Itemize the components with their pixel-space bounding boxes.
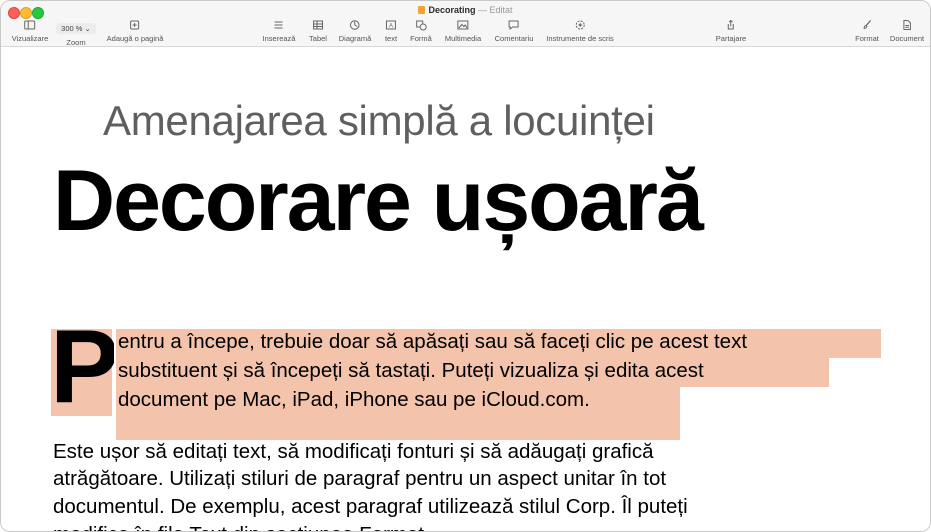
image-icon <box>445 18 481 32</box>
media-label: Multimedia <box>444 34 482 43</box>
text-label: text <box>384 34 398 43</box>
body-paragraph-line[interactable]: documentul. De exemplu, acest paragraf u… <box>53 494 688 520</box>
body-paragraph-line[interactable]: modifica în fila Text din secțiunea Form… <box>53 522 430 531</box>
view-button[interactable]: Vizualizare <box>11 18 49 43</box>
toolbar: Decorating — Editat Vizualizare 300 % ⌄ … <box>1 1 930 47</box>
document-title-heading[interactable]: Decorare ușoară <box>53 152 704 251</box>
zoom-label: Zoom <box>66 38 86 47</box>
document-title[interactable]: Decorating — Editat <box>1 5 930 15</box>
text-box-icon: A <box>385 18 397 32</box>
document-name: Decorating <box>428 5 476 15</box>
media-button[interactable]: Multimedia <box>445 18 481 43</box>
add-page-label: Adaugă o pagină <box>106 34 164 43</box>
speech-bubble-icon <box>495 18 534 32</box>
document-button[interactable]: Document <box>890 18 924 43</box>
zoom-value: 300 % <box>61 24 83 33</box>
zoom-control[interactable]: 300 % ⌄ Zoom <box>56 18 96 47</box>
comment-button[interactable]: Comentariu <box>494 18 534 43</box>
chevron-down-icon: ⌄ <box>84 24 91 33</box>
document-subtitle[interactable]: Amenajarea simplă a locuinței <box>103 97 655 145</box>
drop-cap[interactable]: P <box>50 317 114 417</box>
share-label: Partajare <box>715 34 747 43</box>
view-label: Vizualizare <box>11 34 49 43</box>
share-icon <box>716 18 746 32</box>
text-button[interactable]: A text <box>385 18 397 43</box>
pages-document-icon <box>418 6 426 14</box>
table-button[interactable]: Tabel <box>309 18 327 43</box>
list-icon <box>263 18 296 32</box>
document-canvas[interactable]: Amenajarea simplă a locuinței Decorare u… <box>1 47 930 531</box>
document-status: — Editat <box>478 5 513 15</box>
shape-button[interactable]: Formă <box>410 18 432 43</box>
intro-paragraph-line[interactable]: document pe Mac, iPad, iPhone sau pe iCl… <box>118 387 590 413</box>
table-label: Tabel <box>309 34 327 43</box>
svg-text:A: A <box>389 24 393 30</box>
writing-tools-button[interactable]: Instrumente de scris <box>546 18 614 43</box>
document-icon <box>890 18 924 32</box>
chart-label: Diagramă <box>338 34 372 43</box>
table-icon <box>309 18 327 32</box>
add-page-button[interactable]: Adaugă o pagină <box>106 18 164 43</box>
chart-button[interactable]: Diagramă <box>338 18 372 43</box>
format-label: Format <box>855 34 879 43</box>
share-button[interactable]: Partajare <box>716 18 746 43</box>
pages-window: Decorating — Editat Vizualizare 300 % ⌄ … <box>0 0 931 532</box>
intro-paragraph-line[interactable]: entru a începe, trebuie doar să apăsați … <box>118 329 747 355</box>
sparkle-icon <box>546 18 614 32</box>
comment-label: Comentariu <box>494 34 534 43</box>
format-button[interactable]: Format <box>855 18 879 43</box>
plus-square-icon <box>107 18 164 32</box>
document-label: Document <box>889 34 925 43</box>
body-paragraph-line[interactable]: atrăgătoare. Utilizați stiluri de paragr… <box>53 466 666 492</box>
writing-tools-label: Instrumente de scris <box>546 34 614 43</box>
body-paragraph-line[interactable]: Este ușor să editați text, să modificați… <box>53 439 654 465</box>
zoom-select[interactable]: 300 % ⌄ <box>56 23 96 34</box>
insert-label: Inserează <box>262 34 296 43</box>
clock-chart-icon <box>339 18 372 32</box>
sidebar-icon <box>12 18 49 32</box>
shape-label: Formă <box>410 34 432 43</box>
shape-icon <box>410 18 432 32</box>
intro-paragraph-line[interactable]: substituent și să începeți să tastați. P… <box>118 358 704 384</box>
paintbrush-icon <box>855 18 879 32</box>
insert-button[interactable]: Inserează <box>262 18 296 43</box>
